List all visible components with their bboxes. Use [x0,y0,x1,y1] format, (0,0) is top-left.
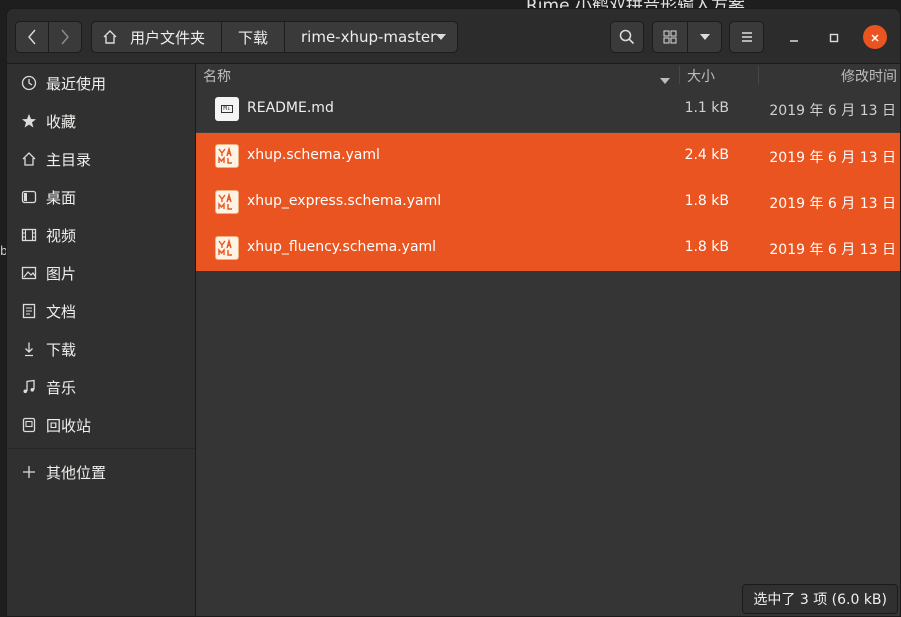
file-modified: 2019 年 6 月 13 日 [769,242,896,258]
grid-view-icon [663,30,677,44]
sidebar-item-documents[interactable]: 文档 [7,293,195,329]
breadcrumb-current-label: rime-xhup-master [301,28,437,46]
star-icon [20,112,38,130]
trash-icon [20,416,38,434]
breadcrumb-downloads[interactable]: 下载 [221,21,285,53]
breadcrumb-home[interactable]: 用户文件夹 [91,21,222,53]
column-header-name[interactable]: 名称 [203,66,231,86]
sidebar-item-label: 其他位置 [46,463,107,482]
sidebar-item-label: 音乐 [46,378,77,397]
film-icon [20,226,38,244]
breadcrumb-downloads-label: 下载 [237,28,268,47]
sidebar-item-label: 下载 [46,340,77,359]
caret-down-icon [699,34,710,40]
yaml-file-icon [215,190,239,214]
file-modified: 2019 年 6 月 13 日 [769,103,896,119]
sidebar-item-label: 最近使用 [46,74,107,93]
sidebar-item-label: 收藏 [46,112,77,131]
view-options-button[interactable] [687,21,722,53]
maximize-icon [829,28,839,47]
maximize-button[interactable] [822,25,846,49]
sidebar-item-trash[interactable]: 回收站 [7,407,195,443]
sidebar-item-desktop[interactable]: 桌面 [7,179,195,215]
music-icon [20,378,38,396]
back-button[interactable] [15,21,49,53]
sidebar-item-downloads[interactable]: 下载 [7,331,195,367]
document-icon [20,302,38,320]
sidebar-item-home[interactable]: 主目录 [7,141,195,177]
file-size: 1.1 kB [684,100,729,116]
sidebar-item-label: 图片 [46,264,77,283]
sidebar-item-other-locations[interactable]: 其他位置 [7,454,195,490]
file-manager-window: 用户文件夹 下载 rime-xhup-master 最近使用 收藏 主目录 桌面… [6,8,901,617]
search-icon [619,29,635,45]
forward-button[interactable] [48,21,82,53]
chevron-left-icon [27,29,37,45]
picture-icon [20,264,38,282]
header-bar: 用户文件夹 下载 rime-xhup-master [7,9,900,64]
file-name: xhup.schema.yaml [247,147,380,163]
minimize-button[interactable] [782,25,806,49]
close-icon [870,28,880,47]
column-header-modified[interactable]: 修改时间 [841,66,897,86]
places-sidebar: 最近使用 收藏 主目录 桌面 视频 图片 文档 下载 音乐 回收站 其他位置 [7,64,196,616]
plus-icon [20,463,38,481]
caret-down-icon [436,34,447,40]
home-icon [102,29,118,45]
file-name: README.md [247,100,334,116]
main-menu-button[interactable] [729,21,764,53]
file-row-readme[interactable]: M↓ README.md 1.1 kB 2019 年 6 月 13 日 [196,86,900,132]
view-toggle-button[interactable] [652,21,688,53]
minimize-icon [789,28,799,47]
file-size: 1.8 kB [684,193,729,209]
file-name: xhup_fluency.schema.yaml [247,239,437,255]
sidebar-separator [7,448,195,449]
search-button[interactable] [610,21,644,53]
chevron-right-icon [60,29,70,45]
column-divider [758,66,759,84]
yaml-file-icon [215,236,239,260]
file-row-xhup-schema[interactable]: xhup.schema.yaml 2.4 kB 2019 年 6 月 13 日 [196,133,900,179]
download-icon [20,340,38,358]
file-row-xhup-express-schema[interactable]: xhup_express.schema.yaml 1.8 kB 2019 年 6… [196,179,900,225]
breadcrumb-home-label: 用户文件夹 [130,28,206,47]
column-header-row: 名称 大小 修改时间 [196,64,900,86]
markdown-file-icon: M↓ [215,97,239,121]
sidebar-item-label: 主目录 [46,150,92,169]
file-name: xhup_express.schema.yaml [247,193,442,209]
sidebar-item-videos[interactable]: 视频 [7,217,195,253]
breadcrumb-current[interactable]: rime-xhup-master [284,21,458,53]
selection-status: 选中了 3 项 (6.0 kB) [742,584,898,614]
file-list-view: 名称 大小 修改时间 M↓ README.md 1.1 kB 2019 年 6 … [196,64,900,616]
sidebar-item-label: 文档 [46,302,77,321]
sidebar-item-recent[interactable]: 最近使用 [7,65,195,101]
file-modified: 2019 年 6 月 13 日 [769,196,896,212]
hamburger-menu-icon [740,31,754,43]
desktop-icon [20,188,38,206]
home-icon [20,150,38,168]
sidebar-item-label: 视频 [46,226,77,245]
sidebar-item-label: 回收站 [46,416,92,435]
column-header-size[interactable]: 大小 [687,66,715,86]
yaml-file-icon [215,144,239,168]
sidebar-item-label: 桌面 [46,188,77,207]
clock-icon [20,74,38,92]
sidebar-item-starred[interactable]: 收藏 [7,103,195,139]
close-button[interactable] [863,25,887,49]
sidebar-item-pictures[interactable]: 图片 [7,255,195,291]
sidebar-item-music[interactable]: 音乐 [7,369,195,405]
file-size: 2.4 kB [684,147,729,163]
file-modified: 2019 年 6 月 13 日 [769,150,896,166]
column-divider [679,66,680,84]
file-row-xhup-fluency-schema[interactable]: xhup_fluency.schema.yaml 1.8 kB 2019 年 6… [196,225,900,271]
file-size: 1.8 kB [684,239,729,255]
